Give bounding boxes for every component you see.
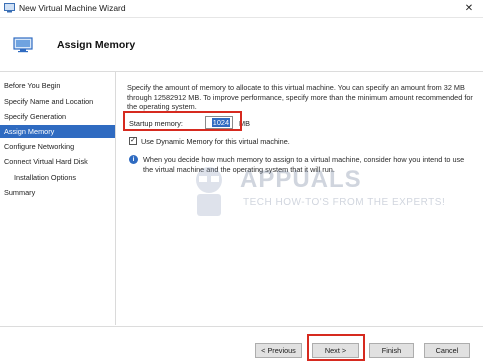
watermark-brand: APPUALS [240,166,362,193]
step-configure-networking[interactable]: Configure Networking [0,140,115,153]
step-before-you-begin[interactable]: Before You Begin [0,79,115,92]
cancel-button[interactable]: Cancel [424,343,470,358]
step-installation-options[interactable]: Installation Options [0,171,115,184]
computer-monitor-icon [13,37,33,53]
wizard-header: Assign Memory [0,18,483,72]
highlight-startup-memory [123,111,242,131]
step-connect-virtual-hard-disk[interactable]: Connect Virtual Hard Disk [0,155,115,168]
step-specify-name-location[interactable]: Specify Name and Location [0,95,115,108]
close-button[interactable]: ✕ [455,0,483,17]
info-icon: i [129,155,138,164]
wizard-button-bar: < Previous Next > Finish Cancel [0,326,483,364]
appuals-watermark: APPUALS TECH HOW-TO'S FROM THE EXPERTS! [185,160,445,230]
hyper-v-icon [4,3,15,13]
finish-button[interactable]: Finish [369,343,414,358]
dynamic-memory-checkbox[interactable]: ✓ [129,137,137,145]
previous-button[interactable]: < Previous [255,343,302,358]
watermark-tagline: TECH HOW-TO'S FROM THE EXPERTS! [243,197,446,208]
step-assign-memory[interactable]: Assign Memory [0,125,115,138]
mascot-logo [196,167,222,216]
title-bar: New Virtual Machine Wizard ✕ [0,0,483,18]
page-title: Assign Memory [57,39,136,51]
wizard-steps-sidebar: Before You Begin Specify Name and Locati… [0,72,116,325]
step-specify-generation[interactable]: Specify Generation [0,110,115,123]
memory-description: Specify the amount of memory to allocate… [127,83,473,112]
highlight-next-button [307,334,365,361]
step-summary[interactable]: Summary [0,186,115,199]
window-title: New Virtual Machine Wizard [19,3,126,13]
dynamic-memory-label[interactable]: Use Dynamic Memory for this virtual mach… [141,137,290,146]
